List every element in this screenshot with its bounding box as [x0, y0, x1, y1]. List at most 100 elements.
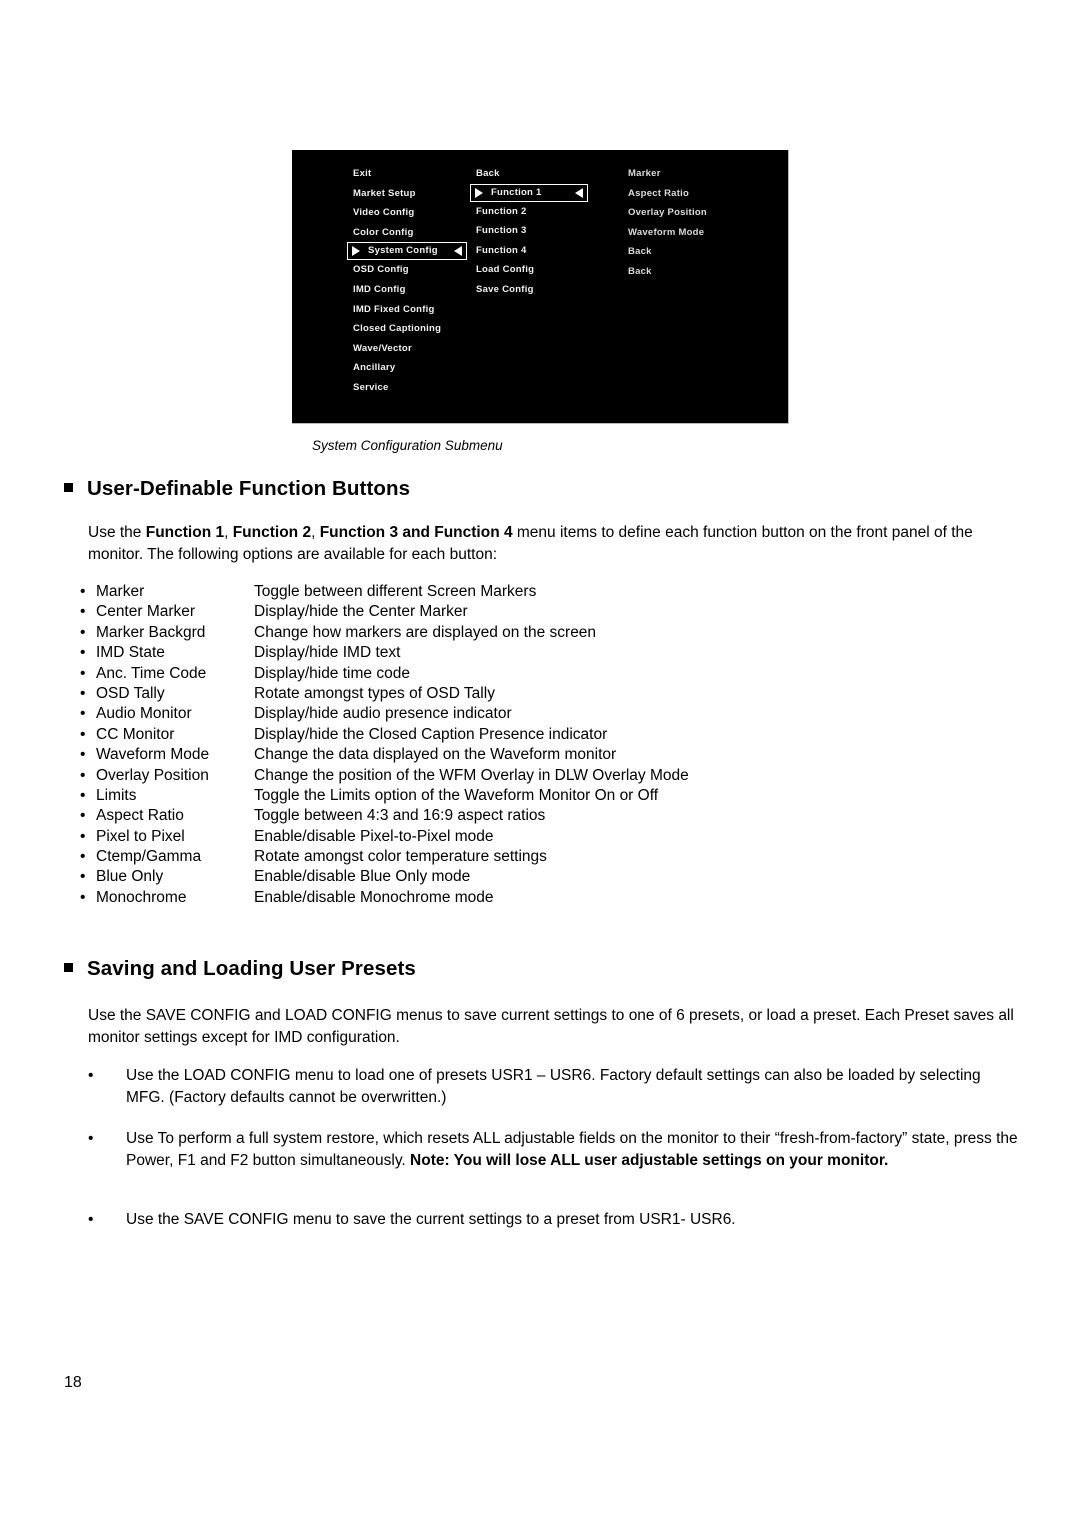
bullet-icon: • [80, 807, 86, 825]
osd-menu-item-label: Save Config [476, 283, 534, 295]
osd-menu-item[interactable]: Wave/Vector [347, 339, 475, 359]
osd-menu-item[interactable]: Video Config [347, 203, 475, 223]
function-option-description: Enable/disable Blue Only mode [254, 868, 471, 886]
osd-menu-item-label: Back [476, 168, 500, 179]
osd-column-main-menu: Exit Market Setup Video Config Color Config… [347, 164, 475, 398]
osd-menu-item-label: Service [353, 381, 389, 393]
function-option-description: Toggle between different Screen Markers [254, 583, 537, 600]
function-option-row: • CC Monitor Display/hide the Closed Capti… [80, 725, 880, 745]
osd-menu-item[interactable]: Save Config [470, 280, 610, 300]
osd-menu-item[interactable]: Function 1 [470, 183, 588, 202]
function-option-description: Enable/disable Monochrome mode [254, 888, 494, 906]
body-text: Use the LOAD CONFIG menu to load one of … [126, 1067, 981, 1106]
body-text: Use the SAVE CONFIG menu to save the cur… [126, 1211, 736, 1228]
triangle-left-icon [575, 187, 583, 198]
osd-menu-item[interactable]: Back [622, 242, 772, 262]
osd-menu-item-label: IMD Fixed Config [353, 303, 435, 315]
function-option-description: Toggle between 4:3 and 16:9 aspect ratio… [254, 807, 546, 825]
bullet-icon: • [80, 603, 86, 621]
function-option-row: • OSD Tally Rotate amongst types of OSD Ta… [80, 684, 880, 704]
osd-menu-item-label: Overlay Position [628, 207, 707, 219]
function-option-description: Change the position of the WFM Overlay i… [254, 766, 689, 784]
function-option-name: Ctemp/Gamma [96, 848, 202, 866]
function-option-name: Monochrome [96, 888, 187, 906]
function-option-name: Marker Backgrd [96, 623, 206, 641]
osd-menu-item-label: Wave/Vector [353, 342, 412, 354]
function-option-description: Change how markers are displayed on the … [254, 623, 597, 641]
function-option-row: • Limits Toggle the Limits option of the W… [80, 786, 880, 806]
function-option-description: Change the data displayed on the Wavefor… [254, 746, 617, 764]
osd-menu-item[interactable]: Aspect Ratio [622, 184, 772, 204]
osd-menu-item[interactable]: Service [347, 378, 475, 398]
osd-menu-item[interactable]: Function 2 [470, 202, 610, 222]
emphasis-text: Function 2 [232, 524, 312, 541]
emphasis-text: Function 3 and Function 4 [319, 524, 513, 541]
function-option-row: • Overlay Position Change the position of … [80, 766, 880, 786]
heading-text: Saving and Loading User Presets [87, 957, 416, 980]
function-option-name: IMD State [96, 644, 165, 662]
square-bullet-icon [64, 483, 73, 492]
function-option-name: CC Monitor [96, 725, 175, 743]
osd-menu-item[interactable]: OSD Config [347, 260, 475, 280]
osd-menu-item-label: Back [628, 265, 652, 277]
osd-menu-item-label: Aspect Ratio [628, 187, 690, 199]
function-option-name: Limits [96, 786, 137, 804]
osd-menu-item[interactable]: Back [470, 164, 610, 184]
body-text: , [311, 524, 320, 541]
osd-menu-item[interactable]: System Config [347, 242, 467, 261]
heading-text: User-Definable Function Buttons [87, 477, 411, 500]
square-bullet-icon [64, 963, 73, 972]
function-option-row: • Ctemp/Gamma Rotate amongst color tempera… [80, 847, 880, 867]
function-option-row: • Pixel to Pixel Enable/disable Pixel-to-P… [80, 827, 880, 847]
osd-menu-item-label: Function 2 [476, 205, 527, 217]
bullet-icon: • [80, 583, 86, 600]
user-presets-intro-paragraph: Use the SAVE CONFIG and LOAD CONFIG menu… [88, 1007, 1014, 1046]
osd-menu-item[interactable]: Ancillary [347, 358, 475, 378]
function-options-table: • Marker Toggle between different Screen M… [80, 582, 880, 908]
function-option-row: • Monochrome Enable/disable Monochrome mod… [80, 888, 880, 908]
page-number: 18 [64, 1374, 82, 1391]
triangle-left-icon [454, 246, 462, 257]
osd-menu-item[interactable]: Overlay Position [622, 203, 772, 223]
bullet-icon: • [88, 1130, 94, 1147]
osd-menu-item[interactable]: Load Config [470, 260, 610, 280]
function-option-name: Aspect Ratio [96, 807, 184, 825]
function-option-description: Display/hide the Center Marker [254, 603, 468, 621]
osd-menu-item-label: OSD Config [353, 264, 409, 276]
function-option-row: • Audio Monitor Display/hide audio presenc… [80, 704, 880, 724]
page-title-function-buttons: User-Definable Function Buttons [64, 477, 410, 501]
bullet-icon: • [80, 664, 86, 682]
osd-menu-item[interactable]: Back [622, 262, 772, 282]
function-option-description: Enable/disable Pixel-to-Pixel mode [254, 827, 494, 845]
osd-menu-item[interactable]: Exit [347, 164, 475, 184]
osd-menu-item[interactable]: Marker [622, 164, 772, 184]
bullet-icon: • [80, 644, 86, 662]
osd-menu-item-label: Load Config [476, 264, 535, 276]
osd-menu-item[interactable]: Waveform Mode [622, 223, 772, 243]
osd-menu-item[interactable]: IMD Fixed Config [347, 300, 475, 320]
function-option-description: Display/hide IMD text [254, 644, 401, 662]
function-option-row: • Anc. Time Code Display/hide time code [80, 664, 880, 684]
function-option-name: Pixel to Pixel [96, 827, 185, 845]
osd-menu-item[interactable]: Market Setup [347, 184, 475, 204]
bullet-icon: • [80, 705, 86, 723]
osd-menu-item[interactable]: Closed Captioning [347, 319, 475, 339]
osd-menu-item-label: Exit [353, 168, 372, 179]
preset-bullet-load-config: • Use the LOAD CONFIG menu to load one of… [88, 1065, 1020, 1108]
figure-caption: System Configuration Submenu [312, 438, 503, 453]
function-option-description: Rotate amongst color temperature setting… [254, 848, 547, 866]
osd-menu-item-label: Function 1 [491, 186, 542, 198]
bullet-icon: • [80, 868, 86, 886]
osd-menu-item-label: Closed Captioning [353, 323, 442, 335]
osd-menu-item[interactable]: Function 3 [470, 221, 610, 241]
function-option-name: Anc. Time Code [96, 664, 207, 682]
osd-menu-item[interactable]: Function 4 [470, 241, 610, 261]
function-option-name: Marker [96, 583, 145, 600]
bullet-icon: • [80, 623, 86, 641]
osd-column-function-options: Marker Aspect Ratio Overlay Position Wavefo… [622, 164, 772, 282]
osd-menu-item[interactable]: IMD Config [347, 280, 475, 300]
osd-menu-item[interactable]: Color Config [347, 223, 475, 243]
function-buttons-intro-paragraph: Use the Function 1, Function 2, Function… [88, 522, 1018, 565]
bullet-icon: • [80, 684, 86, 702]
osd-menu-item-label: Back [628, 246, 652, 258]
